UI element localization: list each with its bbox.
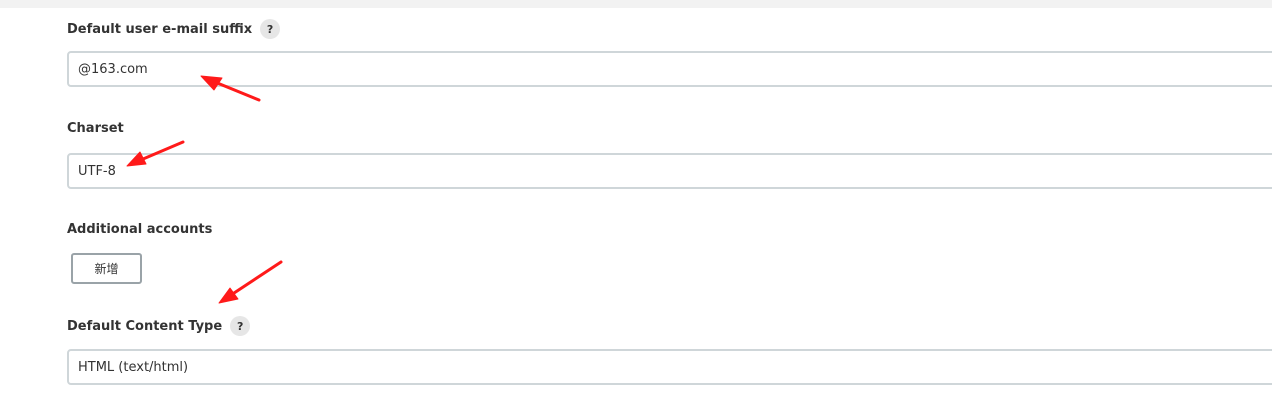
arrow-content-type-head xyxy=(218,287,239,304)
charset-value: UTF-8 xyxy=(78,163,116,179)
content-type-field[interactable]: HTML (text/html) xyxy=(67,349,1272,385)
email-suffix-label-row: Default user e-mail suffix ? xyxy=(67,19,281,39)
content-type-label: Default Content Type xyxy=(67,318,223,334)
charset-label: Charset xyxy=(67,121,124,136)
additional-accounts-label: Additional accounts xyxy=(67,222,213,237)
email-suffix-field[interactable]: @163.com xyxy=(67,51,1272,87)
add-account-button[interactable]: 新增 xyxy=(71,253,142,284)
additional-accounts-label-row: Additional accounts xyxy=(67,222,212,237)
top-bar xyxy=(0,0,1272,8)
email-suffix-help-icon[interactable]: ? xyxy=(260,19,281,39)
content-type-value: HTML (text/html) xyxy=(78,359,189,375)
email-suffix-label: Default user e-mail suffix xyxy=(67,21,253,37)
charset-field[interactable]: UTF-8 xyxy=(67,153,1272,189)
content-type-help-icon[interactable]: ? xyxy=(230,316,251,336)
content-type-label-row: Default Content Type ? xyxy=(67,316,251,336)
charset-label-row: Charset xyxy=(67,121,124,136)
arrow-content-type-shaft xyxy=(226,260,283,299)
email-suffix-value: @163.com xyxy=(78,61,148,77)
